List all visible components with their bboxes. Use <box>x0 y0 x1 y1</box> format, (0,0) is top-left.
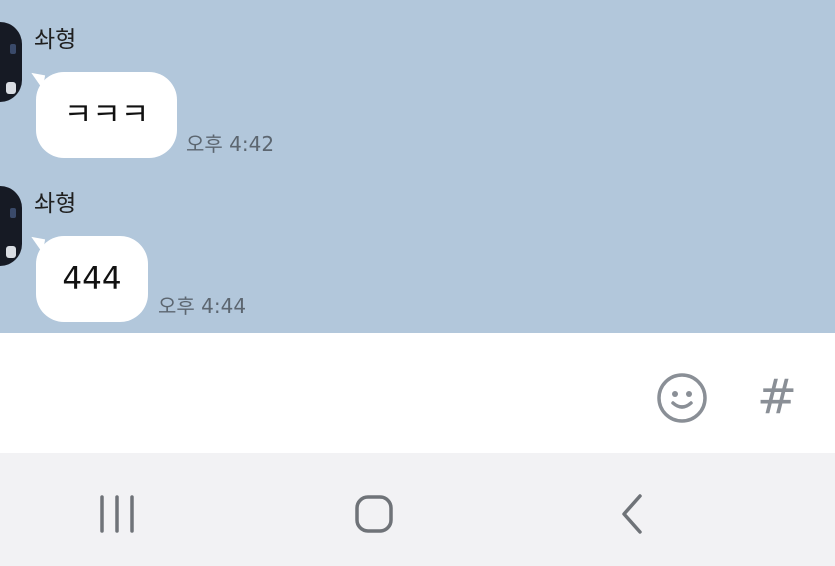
avatar[interactable] <box>0 186 22 266</box>
back-button[interactable] <box>602 489 662 539</box>
sender-name: 솨형 <box>34 27 77 53</box>
hashtag-button[interactable]: # <box>752 369 802 425</box>
message-input-bar[interactable]: # <box>0 333 835 453</box>
message-group: 솨형 ㅋㅋㅋ 오후 4:42 <box>0 0 835 166</box>
recents-icon <box>100 495 134 533</box>
chat-message-area[interactable]: 솨형 ㅋㅋㅋ 오후 4:42 솨형 444 오후 4:44 <box>0 0 835 333</box>
home-icon <box>355 495 393 533</box>
message-timestamp: 오후 4:44 <box>158 294 247 318</box>
sender-name: 솨형 <box>34 191 77 217</box>
back-icon <box>622 494 642 534</box>
message-bubble[interactable]: ㅋㅋㅋ <box>36 72 177 158</box>
message-text: ㅋㅋㅋ <box>63 96 150 133</box>
message-bubble[interactable]: 444 <box>36 236 148 322</box>
message-text: 444 <box>62 260 122 297</box>
home-button[interactable] <box>344 489 404 539</box>
avatar[interactable] <box>0 22 22 102</box>
recents-button[interactable] <box>88 489 148 539</box>
message-group: 솨형 444 오후 4:44 <box>0 166 835 333</box>
message-timestamp: 오후 4:42 <box>186 132 275 156</box>
emoji-button[interactable] <box>655 371 709 425</box>
emoji-icon <box>657 373 707 423</box>
system-navigation-bar <box>0 453 835 566</box>
chat-screen: 솨형 ㅋㅋㅋ 오후 4:42 솨형 444 오후 4:44 # <box>0 0 835 566</box>
